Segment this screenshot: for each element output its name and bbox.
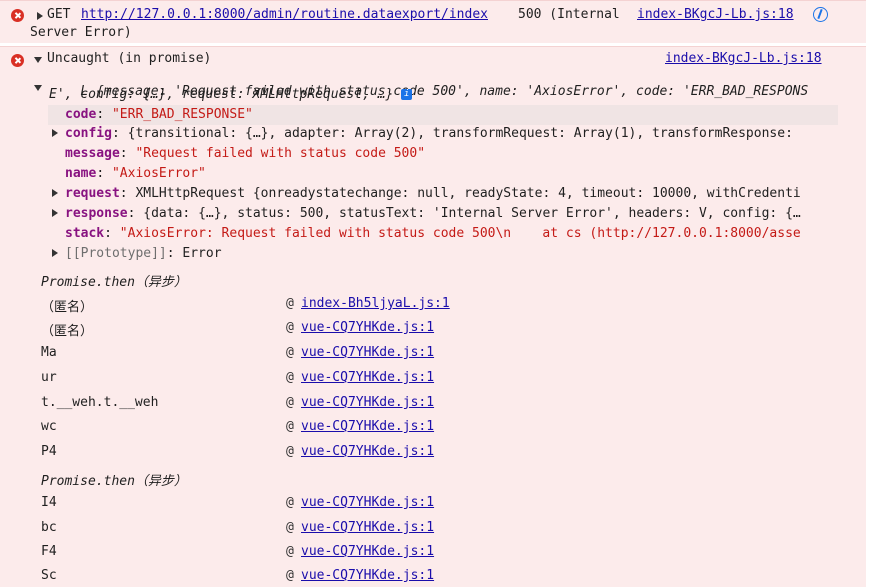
stack-frame-at: @	[286, 444, 294, 459]
expand-triangle-icon[interactable]	[37, 12, 43, 20]
stack-frame-fn: Ma	[41, 345, 57, 360]
request-url-link[interactable]: http://127.0.0.1:8000/admin/routine.data…	[81, 7, 488, 22]
network-request-icon[interactable]	[813, 7, 828, 22]
stack-frame-fn: I4	[41, 495, 57, 510]
request-method: GET	[47, 7, 71, 22]
expand-config-icon[interactable]	[52, 129, 58, 137]
stack-frame-at: @	[286, 419, 294, 434]
stack-frame-link[interactable]: vue-CQ7YHKde.js:1	[301, 345, 434, 360]
stack-frame-link[interactable]: vue-CQ7YHKde.js:1	[301, 544, 434, 559]
prop-response: response: {data: {…}, status: 500, statu…	[65, 206, 801, 221]
async-label: Promise.then（异步）	[41, 275, 187, 290]
uncaught-error-message: Uncaught (in promise) index-BKgcJ-Lb.js:…	[0, 46, 866, 587]
stack-frame-at: @	[286, 395, 294, 410]
prop-name: name: "AxiosError"	[65, 166, 206, 181]
error-icon	[11, 54, 24, 67]
stack-frame-fn: （匿名）	[41, 324, 94, 339]
info-icon[interactable]: i	[401, 89, 413, 100]
prop-request: request: XMLHttpRequest {onreadystatecha…	[65, 186, 801, 201]
stack-frame-at: @	[286, 296, 294, 311]
expand-prototype-icon[interactable]	[52, 249, 58, 257]
prop-config: config: {transitional: {…}, adapter: Arr…	[65, 126, 793, 141]
error-icon	[11, 9, 24, 22]
source-link[interactable]: index-BKgcJ-Lb.js:18	[665, 51, 822, 66]
stack-frame-fn: F4	[41, 544, 57, 559]
stack-frame-at: @	[286, 544, 294, 559]
expand-request-icon[interactable]	[52, 189, 58, 197]
stack-frame-link[interactable]: vue-CQ7YHKde.js:1	[301, 370, 434, 385]
prop-message: message: "Request failed with status cod…	[65, 146, 426, 161]
stack-frame-at: @	[286, 370, 294, 385]
stack-frame-fn: ur	[41, 370, 57, 385]
stack-frame-at: @	[286, 320, 294, 335]
stack-frame-fn: wc	[41, 419, 57, 434]
network-error-message: GET http://127.0.0.1:8000/admin/routine.…	[0, 0, 866, 43]
stack-frame-fn: t.__weh.t.__weh	[41, 395, 159, 410]
prop-prototype: [[Prototype]]: Error	[65, 246, 222, 261]
request-status: 500 (Internal	[518, 7, 620, 22]
stack-frame-at: @	[286, 495, 294, 510]
collapse-triangle-icon[interactable]	[34, 57, 42, 63]
async-label: Promise.then（异步）	[41, 474, 187, 489]
collapse-object-icon[interactable]	[34, 85, 42, 91]
stack-frame-link[interactable]: vue-CQ7YHKde.js:1	[301, 419, 434, 434]
stack-frame-fn: P4	[41, 444, 57, 459]
stack-frame-link[interactable]: vue-CQ7YHKde.js:1	[301, 520, 434, 535]
stack-frame-link[interactable]: index-Bh5ljyaL.js:1	[301, 296, 450, 311]
stack-frame-link[interactable]: vue-CQ7YHKde.js:1	[301, 444, 434, 459]
stack-frame-link[interactable]: vue-CQ7YHKde.js:1	[301, 495, 434, 510]
stack-frame-at: @	[286, 345, 294, 360]
request-status-continued: Server Error)	[30, 25, 132, 40]
expand-response-icon[interactable]	[52, 209, 58, 217]
prop-code: code: "ERR_BAD_RESPONSE"	[65, 107, 253, 122]
error-title: Uncaught (in promise)	[47, 51, 212, 66]
stack-frame-link[interactable]: vue-CQ7YHKde.js:1	[301, 395, 434, 410]
stack-frame-fn: bc	[41, 520, 57, 535]
prop-stack: stack: "AxiosError: Request failed with …	[65, 226, 801, 241]
stack-frame-at: @	[286, 520, 294, 535]
stack-frame-fn: （匿名）	[41, 300, 94, 315]
source-link[interactable]: index-BKgcJ-Lb.js:18	[637, 7, 794, 22]
object-summary-line2: E', config: {…}, request: XMLHttpRequest…	[49, 87, 413, 102]
stack-frame-link[interactable]: vue-CQ7YHKde.js:1	[301, 320, 434, 335]
